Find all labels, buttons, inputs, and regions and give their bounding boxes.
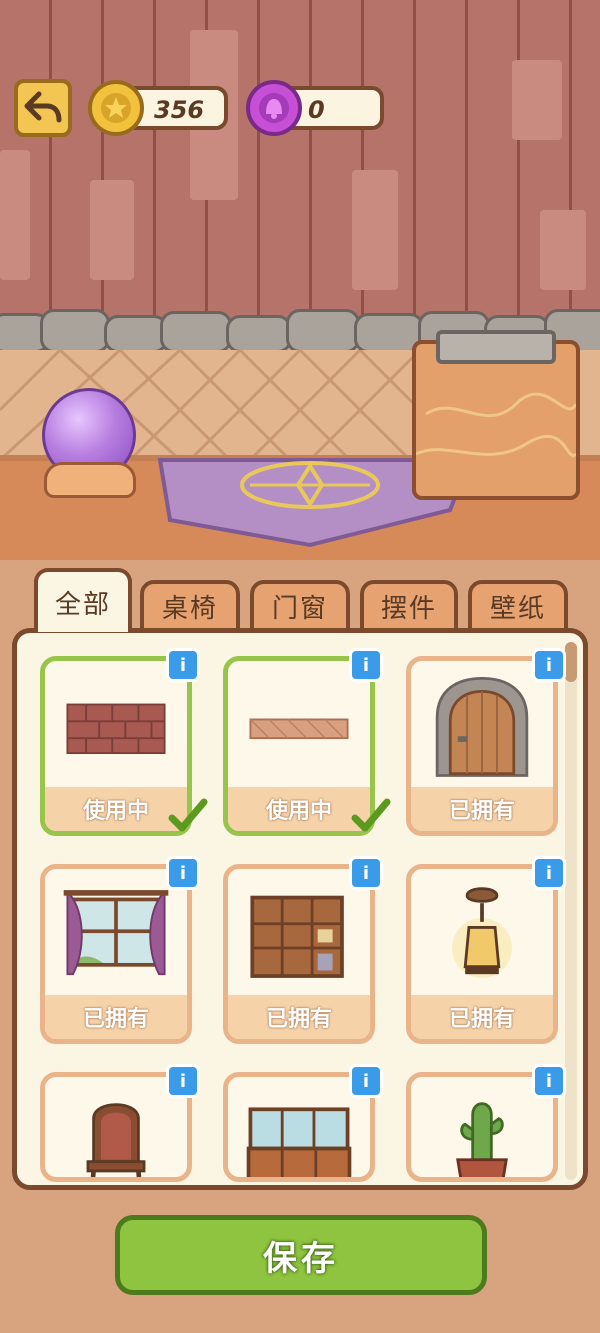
item-list-scrollbar[interactable] [565, 642, 577, 1180]
curtained-window-icon [63, 890, 169, 976]
tab-doors-windows-label: 门窗 [271, 593, 328, 624]
info-button[interactable]: i [349, 1064, 383, 1098]
clipboard-clip [436, 330, 556, 364]
item-card-lantern[interactable]: 已拥有 [406, 864, 558, 1044]
check-icon [351, 798, 391, 832]
item-status: 已拥有 [228, 995, 370, 1039]
item-status: 使用中 [228, 787, 370, 831]
wooden-wall [0, 0, 600, 330]
check-icon [168, 798, 208, 832]
tab-doors-windows[interactable]: 门窗 [250, 580, 350, 632]
info-button[interactable]: i [532, 856, 566, 890]
tab-tables-chairs-label: 桌椅 [161, 593, 218, 624]
item-card-stone-door[interactable]: 已拥有 [406, 656, 558, 836]
info-button[interactable]: i [349, 648, 383, 682]
item-status: 已拥有 [411, 995, 553, 1039]
item-card-curtained-window[interactable]: 已拥有 [40, 864, 192, 1044]
back-arrow-icon [24, 91, 62, 123]
coin-count: 356 [154, 96, 205, 124]
info-button[interactable]: i [166, 1064, 200, 1098]
room-scene [0, 0, 600, 560]
tab-ornaments-label: 摆件 [380, 593, 437, 624]
bell-gem-icon [246, 80, 302, 136]
tab-wallpaper[interactable]: 壁纸 [468, 580, 568, 632]
wooden-cabinet-icon [250, 895, 344, 978]
info-button[interactable]: i [349, 856, 383, 890]
item-status: 已拥有 [411, 787, 553, 831]
save-button-label: 保存 [263, 1238, 339, 1279]
item-status: 已拥有 [45, 995, 187, 1039]
info-button[interactable]: i [532, 1064, 566, 1098]
floor-tile-icon [249, 718, 349, 740]
crystal-ball-stand [44, 462, 136, 498]
item-status: 使用中 [45, 787, 187, 831]
tab-ornaments[interactable]: 摆件 [360, 580, 458, 632]
info-button[interactable]: i [166, 856, 200, 890]
info-button[interactable]: i [532, 648, 566, 682]
stone-arch-door-icon [435, 676, 529, 777]
back-button[interactable] [14, 79, 72, 137]
save-button[interactable]: 保存 [115, 1215, 487, 1295]
tab-all-label: 全部 [54, 589, 111, 620]
brick-wallpaper-icon [66, 703, 166, 755]
clipboard-board[interactable] [412, 340, 580, 500]
item-card-wooden-cabinet[interactable]: 已拥有 [223, 864, 375, 1044]
tab-all[interactable]: 全部 [34, 568, 132, 632]
coin-icon [88, 80, 144, 136]
scrollbar-thumb[interactable] [565, 642, 577, 682]
gem-count: 0 [308, 96, 325, 124]
lantern-icon [452, 887, 512, 978]
info-button[interactable]: i [166, 648, 200, 682]
tab-wallpaper-label: 壁纸 [489, 593, 546, 624]
tab-tables-chairs[interactable]: 桌椅 [140, 580, 240, 632]
